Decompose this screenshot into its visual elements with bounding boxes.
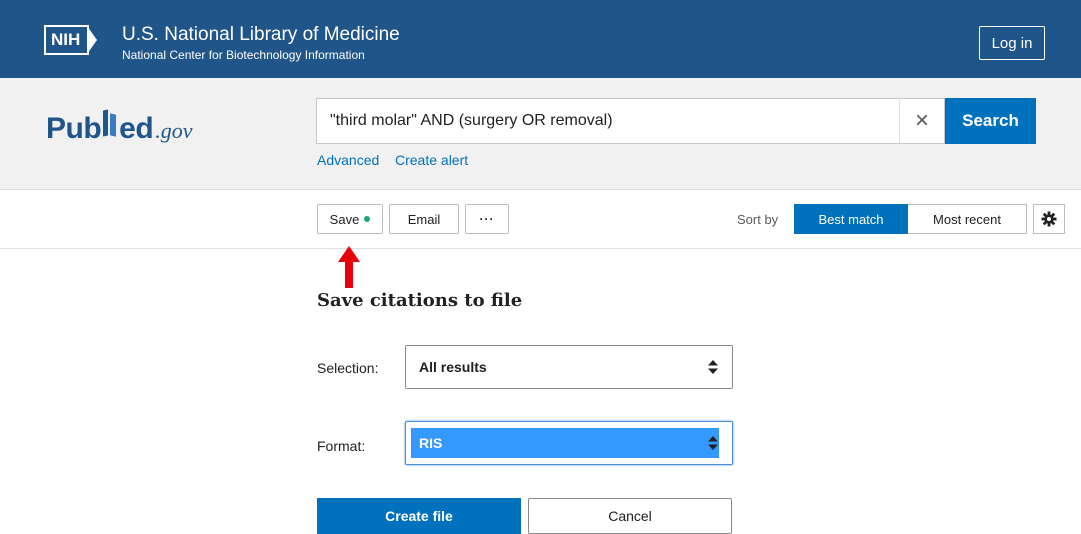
- selection-select[interactable]: All results: [405, 345, 733, 389]
- clear-search-button[interactable]: ×: [899, 98, 945, 144]
- logo-pub-text: Pub: [46, 112, 102, 145]
- save-button[interactable]: Save: [317, 204, 383, 234]
- pubmed-book-icon: [103, 108, 117, 138]
- create-file-button[interactable]: Create file: [317, 498, 521, 534]
- create-alert-link[interactable]: Create alert: [395, 152, 468, 168]
- more-actions-button[interactable]: ···: [465, 204, 509, 234]
- sort-by-label: Sort by: [737, 212, 779, 227]
- nih-logo[interactable]: NIH: [44, 25, 98, 55]
- cancel-button[interactable]: Cancel: [528, 498, 732, 534]
- email-button[interactable]: Email: [389, 204, 459, 234]
- selection-label: Selection:: [317, 360, 379, 376]
- select-updown-icon: [708, 436, 718, 450]
- gear-icon: [1041, 211, 1057, 227]
- sort-best-match-button[interactable]: Best match: [794, 204, 908, 234]
- select-updown-icon: [708, 360, 718, 374]
- selection-value: All results: [419, 359, 487, 375]
- save-label: Save: [329, 211, 360, 227]
- format-value: RIS: [411, 428, 719, 458]
- logo-med-text: ed: [119, 112, 154, 145]
- nih-header: NIH U.S. National Library of Medicine Na…: [0, 0, 1081, 78]
- save-panel-title: Save citations to file: [317, 290, 523, 311]
- search-input[interactable]: "third molar" AND (surgery OR removal): [316, 98, 899, 144]
- search-section: Pub ed .gov "third molar" AND (surgery O…: [0, 78, 1081, 190]
- format-select[interactable]: RIS: [405, 421, 733, 465]
- search-button[interactable]: Search: [945, 98, 1036, 144]
- pubmed-logo[interactable]: Pub ed .gov: [46, 108, 192, 146]
- sort-most-recent-button[interactable]: Most recent: [908, 204, 1027, 234]
- ncbi-subtitle: National Center for Biotechnology Inform…: [122, 48, 365, 62]
- red-annotation-arrow-icon: [338, 246, 360, 288]
- nlm-title[interactable]: U.S. National Library of Medicine: [122, 24, 400, 45]
- advanced-search-link[interactable]: Advanced: [317, 152, 379, 168]
- logo-gov-text: .gov: [155, 118, 193, 143]
- display-options-button[interactable]: [1033, 204, 1065, 234]
- results-toolbar: Save Email ··· Sort by Best match Most r…: [0, 190, 1081, 249]
- nih-logo-text: NIH: [44, 25, 90, 55]
- close-icon: ×: [914, 107, 929, 134]
- login-button[interactable]: Log in: [979, 26, 1045, 60]
- format-label: Format:: [317, 438, 366, 454]
- active-dot-icon: [364, 216, 371, 222]
